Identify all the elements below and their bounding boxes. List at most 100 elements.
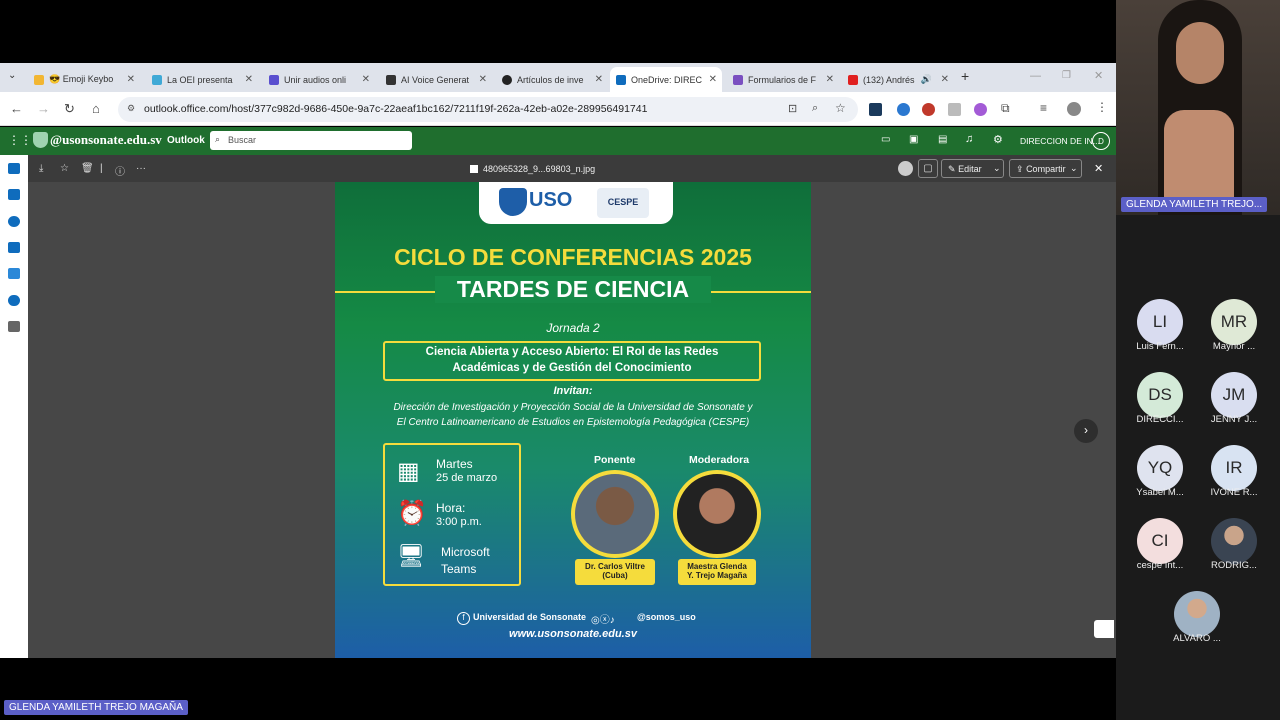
- browser-tab[interactable]: AI Voice Generat ✕: [380, 67, 492, 92]
- address-bar-row: ← → ↻ ⌂ ⚙ outlook.office.com/host/377c98…: [0, 92, 1116, 126]
- close-tab-icon[interactable]: ✕: [127, 74, 135, 85]
- browser-tab[interactable]: 😎 Emoji Keybo ✕: [28, 67, 140, 92]
- close-tab-icon[interactable]: ✕: [709, 74, 717, 85]
- participant-avatar[interactable]: JM: [1211, 372, 1257, 418]
- browser-tab[interactable]: Unir audios onli ✕: [263, 67, 375, 92]
- participant-avatar[interactable]: IR: [1211, 445, 1257, 491]
- search-input[interactable]: ⌕ Buscar: [210, 131, 412, 150]
- home-icon[interactable]: ⌂: [92, 101, 100, 116]
- gear-icon[interactable]: ⚙: [993, 133, 1003, 146]
- participant-photo[interactable]: [1174, 591, 1220, 637]
- tab-label: Artículos de inve: [517, 74, 584, 85]
- calendar-icon[interactable]: [8, 189, 20, 200]
- people-icon[interactable]: [8, 216, 20, 227]
- install-app-icon[interactable]: ⊡: [788, 102, 797, 115]
- tab-label: La OEI presenta: [167, 74, 233, 85]
- reload-icon[interactable]: ↻: [64, 101, 75, 117]
- tab-label: OneDrive: DIREC: [631, 74, 703, 85]
- chevron-down-icon[interactable]: ⌄: [993, 163, 1001, 174]
- extension-icon[interactable]: [948, 103, 961, 116]
- event-date: 25 de marzo: [436, 472, 498, 484]
- minimize-icon[interactable]: —: [1030, 70, 1041, 82]
- participant-avatar[interactable]: CI: [1137, 518, 1183, 564]
- tab-favicon-icon: [848, 74, 858, 85]
- chevron-down-icon: ⌄: [1070, 163, 1078, 173]
- info-icon[interactable]: ⓘ: [115, 163, 125, 178]
- speaker-icon[interactable]: 🔊: [921, 74, 932, 85]
- browser-tab-bar: ⌄ 😎 Emoji Keybo ✕ La OEI presenta ✕ Unir a…: [0, 63, 1116, 92]
- favorite-star-icon[interactable]: ☆: [60, 163, 69, 174]
- account-name[interactable]: DIRECCION DE IN...: [1020, 136, 1100, 146]
- account-avatar[interactable]: D: [1092, 132, 1110, 150]
- left-app-rail: [0, 155, 28, 658]
- browser-tab[interactable]: Artículos de inve ✕: [496, 67, 608, 92]
- close-tab-icon[interactable]: ✕: [362, 74, 370, 85]
- browser-tab[interactable]: (132) Andrés 🔊 ✕: [842, 67, 954, 92]
- extension-icon[interactable]: [869, 103, 882, 116]
- whiteboard-icon[interactable]: ▤: [938, 134, 947, 145]
- close-viewer-icon[interactable]: ✕: [1094, 162, 1103, 175]
- participant-photo[interactable]: [1211, 518, 1257, 564]
- todo-icon[interactable]: [8, 268, 20, 279]
- extension-icon[interactable]: [974, 103, 987, 116]
- close-tab-icon[interactable]: ✕: [941, 74, 949, 85]
- share-icon: ⇪: [1016, 164, 1024, 174]
- tab-list-icon[interactable]: ⌄: [8, 70, 16, 81]
- browser-tab-active[interactable]: OneDrive: DIREC ✕: [610, 67, 722, 92]
- organizers-line: El Centro Latinoamericano de Estudios en…: [396, 417, 750, 428]
- bookmark-star-icon[interactable]: ☆: [835, 101, 846, 115]
- participant-avatar[interactable]: YQ: [1137, 445, 1183, 491]
- browser-tab[interactable]: La OEI presenta ✕: [146, 67, 258, 92]
- participant-avatar[interactable]: LI: [1137, 299, 1183, 345]
- participant-avatar[interactable]: DS: [1137, 372, 1183, 418]
- copilot-icon[interactable]: [1094, 620, 1114, 638]
- more-menu-icon[interactable]: ⋮: [1096, 100, 1108, 114]
- zoom-icon[interactable]: ⌕: [812, 102, 818, 115]
- meeting-participants-panel: GLENDA YAMILETH TREJO... LI Luis Fern...…: [1116, 0, 1280, 720]
- delete-icon[interactable]: 🗑: [81, 163, 94, 174]
- close-tab-icon[interactable]: ✕: [479, 74, 487, 85]
- edit-button[interactable]: ✎ Editar ⌄: [941, 159, 1004, 178]
- browser-tab[interactable]: Formularios de F ✕: [727, 67, 839, 92]
- new-tab-button[interactable]: +: [961, 68, 969, 84]
- apps-icon[interactable]: [8, 321, 20, 332]
- download-icon[interactable]: ⤓: [39, 163, 43, 174]
- extensions-puzzle-icon[interactable]: ⧉: [1001, 101, 1010, 116]
- tab-label: AI Voice Generat: [401, 74, 470, 85]
- poster-image: USO CESPE CICLO DE CONFERENCIAS 2025 TAR…: [335, 182, 811, 658]
- reading-list-icon[interactable]: ≡: [1040, 101, 1047, 115]
- speaker-name-tag: GLENDA YAMILETH TREJO...: [1121, 197, 1268, 212]
- forward-icon[interactable]: →: [37, 101, 50, 116]
- tab-label: 😎 Emoji Keybo: [49, 74, 114, 84]
- next-image-button[interactable]: ›: [1074, 419, 1098, 443]
- extension-icon[interactable]: [897, 103, 910, 116]
- event-day: Martes: [436, 457, 473, 471]
- mail-icon[interactable]: [8, 163, 20, 174]
- onedrive-icon[interactable]: [8, 295, 20, 306]
- profile-avatar[interactable]: [1067, 102, 1081, 116]
- maximize-icon[interactable]: ❐: [1062, 70, 1071, 81]
- app-launcher-icon[interactable]: ⋮⋮: [8, 133, 32, 147]
- back-icon[interactable]: ←: [10, 101, 23, 116]
- bell-icon[interactable]: ♫: [965, 133, 973, 145]
- comment-icon[interactable]: ▢: [918, 159, 938, 178]
- app-name[interactable]: Outlook: [167, 135, 205, 146]
- image-file-icon: [470, 165, 478, 173]
- url-field[interactable]: ⚙ outlook.office.com/host/377c982d-9686-…: [118, 97, 858, 122]
- extension-icon[interactable]: [922, 103, 935, 116]
- poster-title: CICLO DE CONFERENCIAS 2025: [394, 244, 752, 270]
- site-info-icon[interactable]: ⚙: [127, 103, 135, 114]
- close-window-icon[interactable]: ✕: [1094, 69, 1103, 82]
- teams-icon[interactable]: ▣: [909, 134, 918, 145]
- more-options-icon[interactable]: ···: [136, 163, 146, 174]
- close-tab-icon[interactable]: ✕: [826, 74, 834, 85]
- ponente-label: Ponente: [594, 454, 636, 466]
- close-tab-icon[interactable]: ✕: [595, 74, 603, 85]
- participant-name: JENNY J...: [1210, 414, 1258, 425]
- groups-icon[interactable]: [8, 242, 20, 253]
- meet-now-icon[interactable]: ▭: [881, 134, 890, 145]
- close-tab-icon[interactable]: ✕: [245, 74, 253, 85]
- share-button[interactable]: ⇪ Compartir ⌄: [1009, 159, 1082, 178]
- viewer-avatar[interactable]: [898, 161, 913, 176]
- participant-avatar[interactable]: MR: [1211, 299, 1257, 345]
